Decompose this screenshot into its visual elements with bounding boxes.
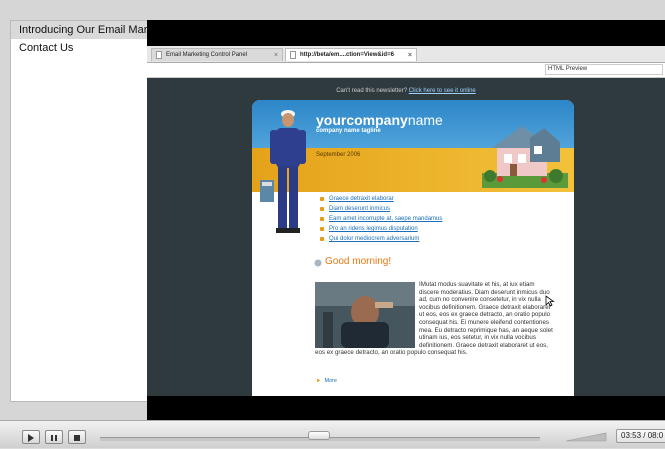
preview-toolbar: HTML Preview	[147, 63, 665, 78]
player-window: Introducing Our Email Mark Contact Us Em…	[0, 0, 665, 448]
close-icon[interactable]: ×	[274, 49, 278, 61]
tab-label: Email Marketing Control Panel	[166, 52, 248, 58]
company-name: yourcompanyname	[316, 112, 443, 128]
sidebar-item-contact-us[interactable]: Contact Us	[11, 39, 148, 57]
article-body: IMutat modus suavitate et his, at iux et…	[315, 281, 553, 357]
bullet-icon	[320, 197, 324, 201]
html-preview-label: HTML Preview	[548, 66, 588, 72]
tab-label: http://beta/em....ction=View&id=6	[300, 52, 394, 58]
bullet-icon	[320, 227, 324, 231]
pause-button[interactable]	[45, 430, 63, 444]
seek-handle[interactable]	[308, 431, 330, 440]
mouse-cursor-icon	[545, 295, 555, 307]
toc-link[interactable]: Qui dolor mediocrem adversarium	[320, 234, 442, 244]
bullet-icon	[320, 217, 324, 221]
toc-link[interactable]: Graece detraxit elaborar	[320, 194, 442, 204]
browser-tab-strip: Email Marketing Control Panel × http://b…	[147, 46, 665, 63]
cant-read-text: Can't read this newsletter?	[336, 88, 408, 94]
company-tagline: company name tagline	[316, 128, 381, 134]
arrow-right-icon: ►	[316, 378, 322, 384]
greeting-heading: Good morning!	[325, 256, 392, 267]
toc-link[interactable]: Eam amet incorrupte at, saepe mandamus	[320, 214, 442, 224]
bullet-icon	[320, 237, 324, 241]
house-illustration	[482, 126, 568, 188]
email-preview-canvas: Can't read this newsletter? Click here t…	[147, 78, 665, 396]
newsletter-toc: Graece detraxit elaborar Diam deserunt i…	[320, 194, 442, 244]
volume-slider[interactable]	[566, 432, 608, 442]
chapter-sidebar: Introducing Our Email Mark Contact Us	[10, 20, 149, 402]
greeting-bullet-icon	[314, 259, 322, 267]
play-icon	[28, 434, 34, 442]
close-icon[interactable]: ×	[408, 49, 412, 61]
stop-button[interactable]	[68, 430, 86, 444]
player-controls: 03:53 / 08:0	[0, 420, 665, 448]
video-area: Email Marketing Control Panel × http://b…	[147, 20, 665, 420]
stop-icon	[74, 435, 80, 441]
delivery-man-illustration	[260, 110, 306, 233]
play-button[interactable]	[22, 430, 40, 444]
toc-link[interactable]: Diam deserunt inmicus	[320, 204, 442, 214]
more-link[interactable]: ► More	[316, 378, 337, 384]
cant-read-line: Can't read this newsletter? Click here t…	[147, 88, 665, 94]
pause-icon	[51, 435, 57, 441]
document-icon	[156, 51, 162, 59]
issue-date: September 2006	[316, 152, 361, 158]
tab-preview-url[interactable]: http://beta/em....ction=View&id=6 ×	[285, 48, 417, 61]
sidebar-item-introducing[interactable]: Introducing Our Email Mark	[11, 21, 148, 39]
document-icon	[290, 51, 296, 59]
toc-link[interactable]: Pro an ridens legimus disputation	[320, 224, 442, 234]
bullet-icon	[320, 207, 324, 211]
tab-email-marketing-control-panel[interactable]: Email Marketing Control Panel ×	[151, 48, 283, 61]
view-online-link[interactable]: Click here to see it online	[409, 88, 476, 94]
time-display: 03:53 / 08:0	[616, 429, 665, 443]
newsletter: yourcompanyname company name tagline Sep…	[252, 100, 574, 396]
